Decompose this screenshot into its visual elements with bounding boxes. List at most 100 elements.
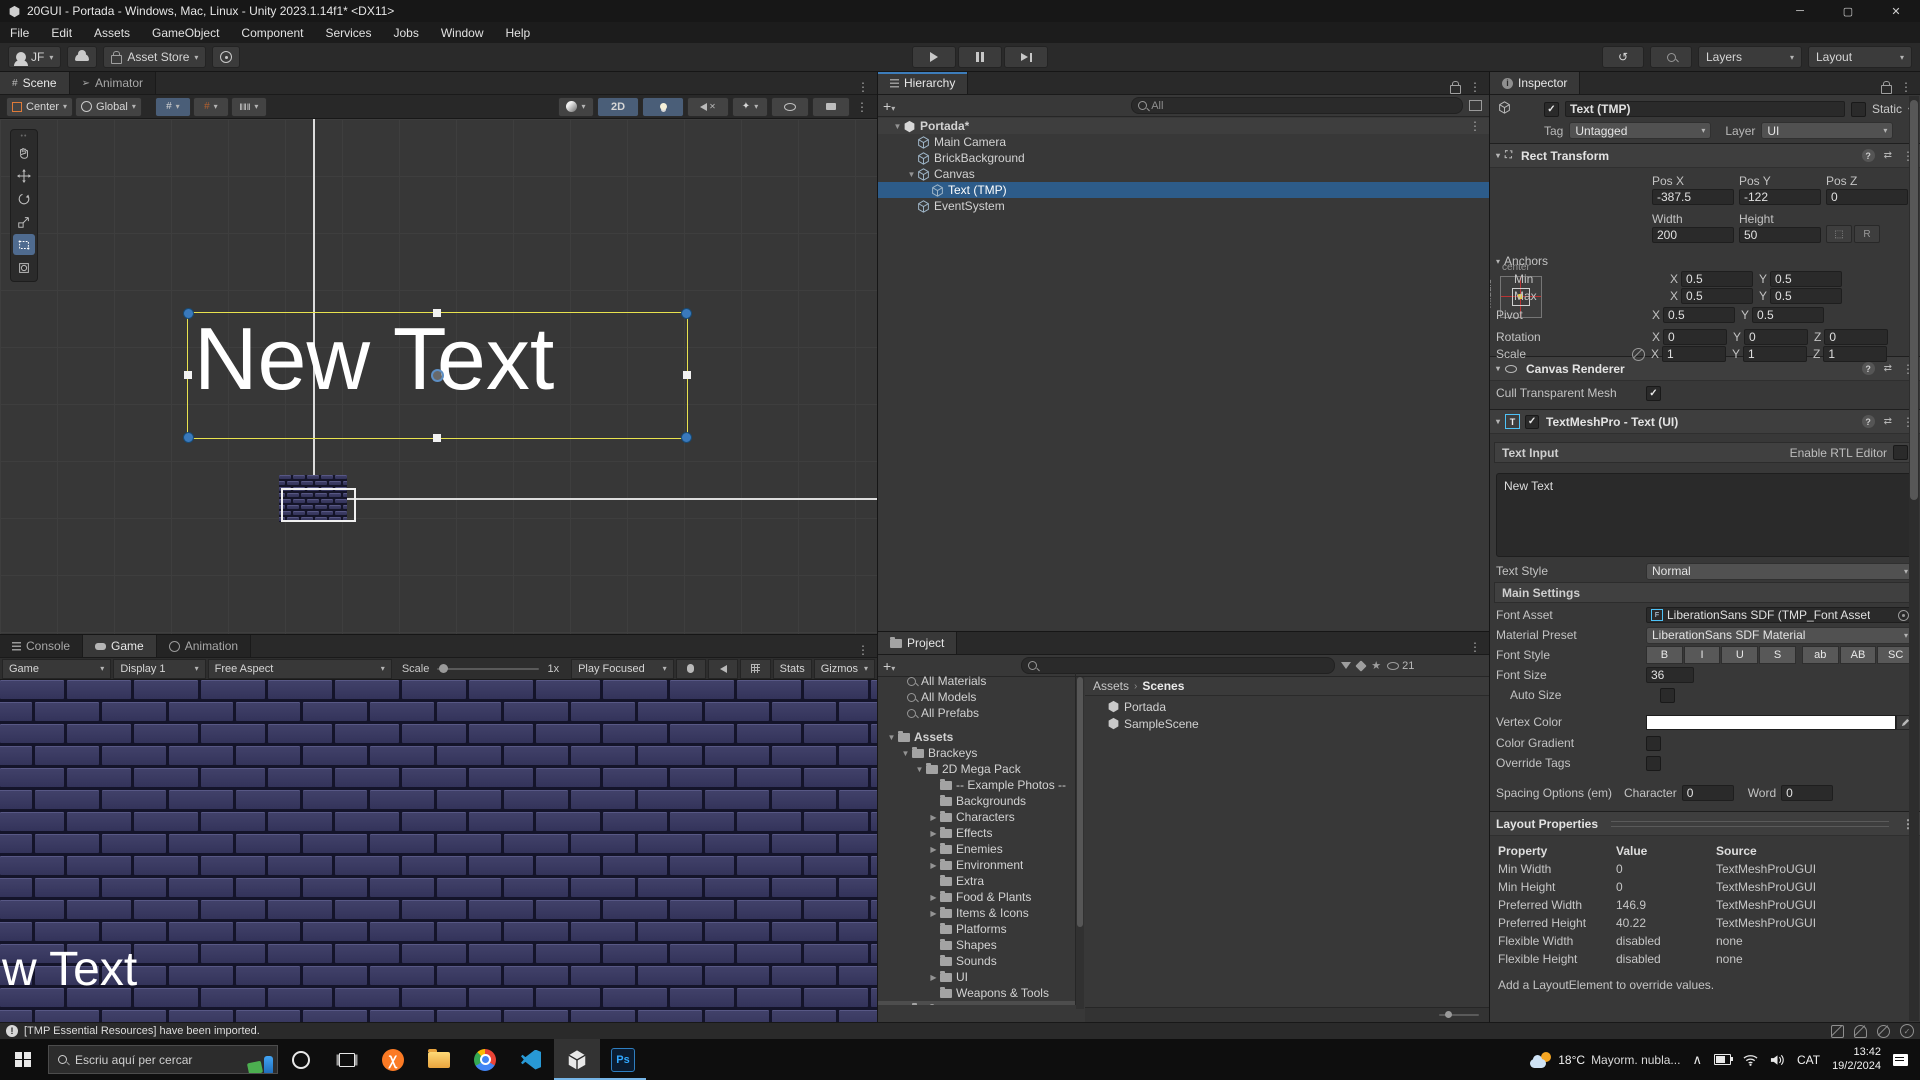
text-input-section-bar[interactable]: Text Input Enable RTL Editor: [1494, 442, 1916, 463]
text-style-dropdown[interactable]: Normal▾: [1646, 563, 1914, 580]
menu-jobs[interactable]: Jobs: [393, 26, 418, 40]
minimize-button[interactable]: ─: [1776, 0, 1824, 22]
mute-bell-icon[interactable]: [1854, 1025, 1867, 1038]
tasks-ok-icon[interactable]: ✓: [1900, 1024, 1914, 1038]
snap-increment-dropdown[interactable]: ǁǁǁ▾: [231, 97, 267, 117]
pivot-handle[interactable]: [431, 369, 444, 382]
breadcrumb-current[interactable]: Scenes: [1142, 679, 1184, 693]
project-folder-item[interactable]: Backgrounds: [878, 793, 1075, 809]
font-style-ab-button[interactable]: AB: [1840, 646, 1877, 664]
display-dropdown[interactable]: Display 1▾: [113, 659, 205, 679]
search-collection-item[interactable]: All Materials: [878, 673, 1075, 689]
foldout-arrow-icon[interactable]: ▶: [928, 813, 939, 822]
lock-icon[interactable]: [1450, 85, 1461, 94]
foldout-arrow-icon[interactable]: ▶: [928, 829, 939, 838]
project-folder-item[interactable]: ▶Food & Plants: [878, 889, 1075, 905]
menu-help[interactable]: Help: [506, 26, 531, 40]
object-picker-icon[interactable]: [1898, 610, 1909, 621]
main-settings-bar[interactable]: Main Settings: [1494, 582, 1916, 603]
tray-clock[interactable]: 13:42 19/2/2024: [1832, 1046, 1881, 1074]
mute-audio-button[interactable]: [708, 659, 738, 679]
posy-field[interactable]: -122: [1739, 189, 1821, 205]
foldout-arrow-icon[interactable]: ▼: [914, 765, 925, 774]
breadcrumb-root[interactable]: Assets: [1093, 679, 1129, 693]
tmp-enabled-checkbox[interactable]: [1525, 415, 1539, 429]
taskbar-search-box[interactable]: Escriu aquí per cercar: [48, 1045, 278, 1074]
panel-menu-icon[interactable]: ⋮: [857, 80, 869, 94]
version-control-button[interactable]: [212, 46, 240, 68]
project-folder-item[interactable]: ▶UI: [878, 969, 1075, 985]
scene-picker-icon[interactable]: [1469, 100, 1482, 111]
project-file-item[interactable]: SampleScene: [1085, 715, 1489, 732]
close-button[interactable]: ✕: [1872, 0, 1920, 22]
hidden-packages-toggle[interactable]: 21: [1387, 660, 1414, 672]
2d-mode-toggle[interactable]: 2D: [597, 97, 639, 117]
keyboard-layout[interactable]: CAT: [1797, 1053, 1820, 1067]
step-button[interactable]: [1004, 46, 1048, 68]
filter-label-icon[interactable]: [1356, 660, 1367, 671]
foldout-arrow-icon[interactable]: ▼: [886, 733, 897, 742]
project-folder-item[interactable]: Platforms: [878, 921, 1075, 937]
anchor-max-y[interactable]: 0.5: [1770, 288, 1842, 304]
color-gradient-checkbox[interactable]: [1646, 736, 1661, 751]
maximize-button[interactable]: ▢: [1824, 0, 1872, 22]
tab-project[interactable]: Project: [878, 632, 957, 654]
word-spacing-field[interactable]: 0: [1781, 785, 1833, 801]
inspector-scrollbar[interactable]: [1909, 96, 1919, 1021]
scale-tool-button[interactable]: [13, 211, 35, 232]
play-button[interactable]: [912, 46, 956, 68]
cortana-button[interactable]: [278, 1039, 324, 1080]
notification-center-icon[interactable]: [1893, 1054, 1908, 1066]
stats-button[interactable]: Stats: [773, 659, 812, 679]
layer-dropdown[interactable]: UI▾: [1761, 122, 1893, 139]
tab-inspector[interactable]: i Inspector: [1490, 72, 1580, 94]
font-style-ab-button[interactable]: ab: [1802, 646, 1839, 664]
file-explorer-icon[interactable]: [416, 1039, 462, 1080]
project-folder-item[interactable]: Shapes: [878, 937, 1075, 953]
xampp-icon[interactable]: Ꭓ: [370, 1039, 416, 1080]
edge-handle[interactable]: [683, 371, 691, 379]
hierarchy-search-input[interactable]: All: [1131, 97, 1463, 114]
scene-audio-toggle[interactable]: ✕: [687, 97, 729, 117]
auto-size-checkbox[interactable]: [1660, 688, 1675, 703]
mute-signal-icon[interactable]: [1877, 1025, 1890, 1038]
corner-handle[interactable]: [183, 308, 194, 319]
foldout-arrow-icon[interactable]: ▶: [928, 973, 939, 982]
tab-animator[interactable]: ➢ Animator: [70, 72, 156, 94]
orientation-dropdown[interactable]: Global▾: [75, 97, 142, 117]
scale-slider[interactable]: [437, 668, 539, 670]
search-all-button[interactable]: [1650, 46, 1692, 68]
font-style-s-button[interactable]: S: [1759, 646, 1796, 664]
corner-handle[interactable]: [183, 432, 194, 443]
search-collection-item[interactable]: All Models: [878, 689, 1075, 705]
cloud-button[interactable]: [67, 46, 97, 68]
focus-mode-dropdown[interactable]: Play Focused▾: [571, 659, 674, 679]
debug-button[interactable]: [676, 659, 706, 679]
account-button[interactable]: JF▾: [8, 46, 61, 68]
project-folder-item[interactable]: ▼2D Mega Pack: [878, 761, 1075, 777]
asset-store-button[interactable]: Asset Store▾: [103, 46, 206, 68]
foldout-arrow-icon[interactable]: ▼: [906, 170, 917, 179]
raw-edit-button[interactable]: R: [1854, 225, 1880, 243]
anchors-foldout[interactable]: Anchors: [1504, 254, 1548, 268]
material-preset-dropdown[interactable]: LiberationSans SDF Material▾: [1646, 627, 1914, 644]
font-asset-field[interactable]: F LiberationSans SDF (TMP_Font Asset: [1646, 607, 1914, 623]
photoshop-icon[interactable]: Ps: [600, 1039, 646, 1080]
foldout-arrow-icon[interactable]: ▼: [892, 122, 903, 131]
panel-menu-icon[interactable]: ⋮: [1469, 640, 1481, 654]
status-message[interactable]: [TMP Essential Resources] have been impo…: [24, 1025, 260, 1037]
width-field[interactable]: 200: [1652, 227, 1734, 243]
rect-transform-header[interactable]: ▾ ⛶ Rect Transform ? ⇄ ⋮: [1490, 143, 1920, 168]
rect-tool-button[interactable]: [13, 234, 35, 255]
volume-icon[interactable]: [1770, 1054, 1785, 1066]
rotate-tool-button[interactable]: [13, 188, 35, 209]
start-button[interactable]: [0, 1039, 46, 1080]
corner-handle[interactable]: [681, 432, 692, 443]
foldout-icon[interactable]: ▾: [1496, 151, 1500, 160]
static-checkbox[interactable]: [1851, 102, 1866, 117]
menu-file[interactable]: File: [10, 26, 29, 40]
project-folder-item[interactable]: Sounds: [878, 953, 1075, 969]
scene-lighting-toggle[interactable]: [642, 97, 684, 117]
rtl-checkbox[interactable]: [1893, 445, 1908, 460]
help-icon[interactable]: ?: [1862, 149, 1875, 162]
